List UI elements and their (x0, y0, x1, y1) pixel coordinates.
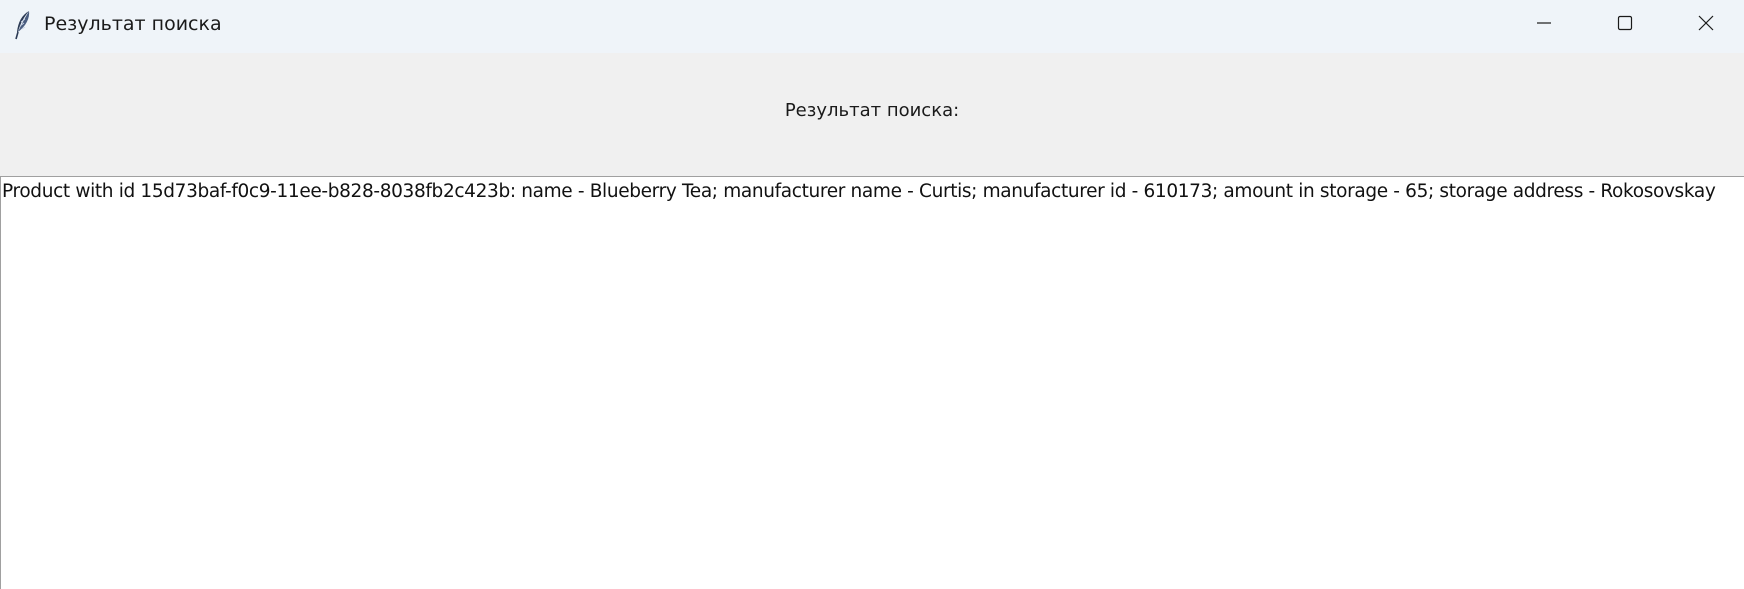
close-button[interactable] (1666, 0, 1744, 49)
minimize-icon (1536, 15, 1552, 35)
maximize-button[interactable] (1585, 0, 1665, 49)
title-bar[interactable]: Результат поиска (0, 0, 1744, 53)
maximize-icon (1617, 15, 1633, 35)
close-icon (1698, 15, 1714, 35)
result-heading: Результат поиска: (784, 100, 960, 121)
minimize-button[interactable] (1504, 0, 1584, 49)
window-title: Результат поиска (44, 13, 222, 35)
search-result-window: Результат поиска Результат поиска: Produ… (0, 0, 1744, 589)
feather-icon (14, 10, 32, 40)
result-text-box[interactable]: Product with id 15d73baf-f0c9-11ee-b828-… (0, 176, 1744, 589)
header-area: Результат поиска: (0, 53, 1744, 176)
result-line: Product with id 15d73baf-f0c9-11ee-b828-… (2, 181, 1716, 202)
